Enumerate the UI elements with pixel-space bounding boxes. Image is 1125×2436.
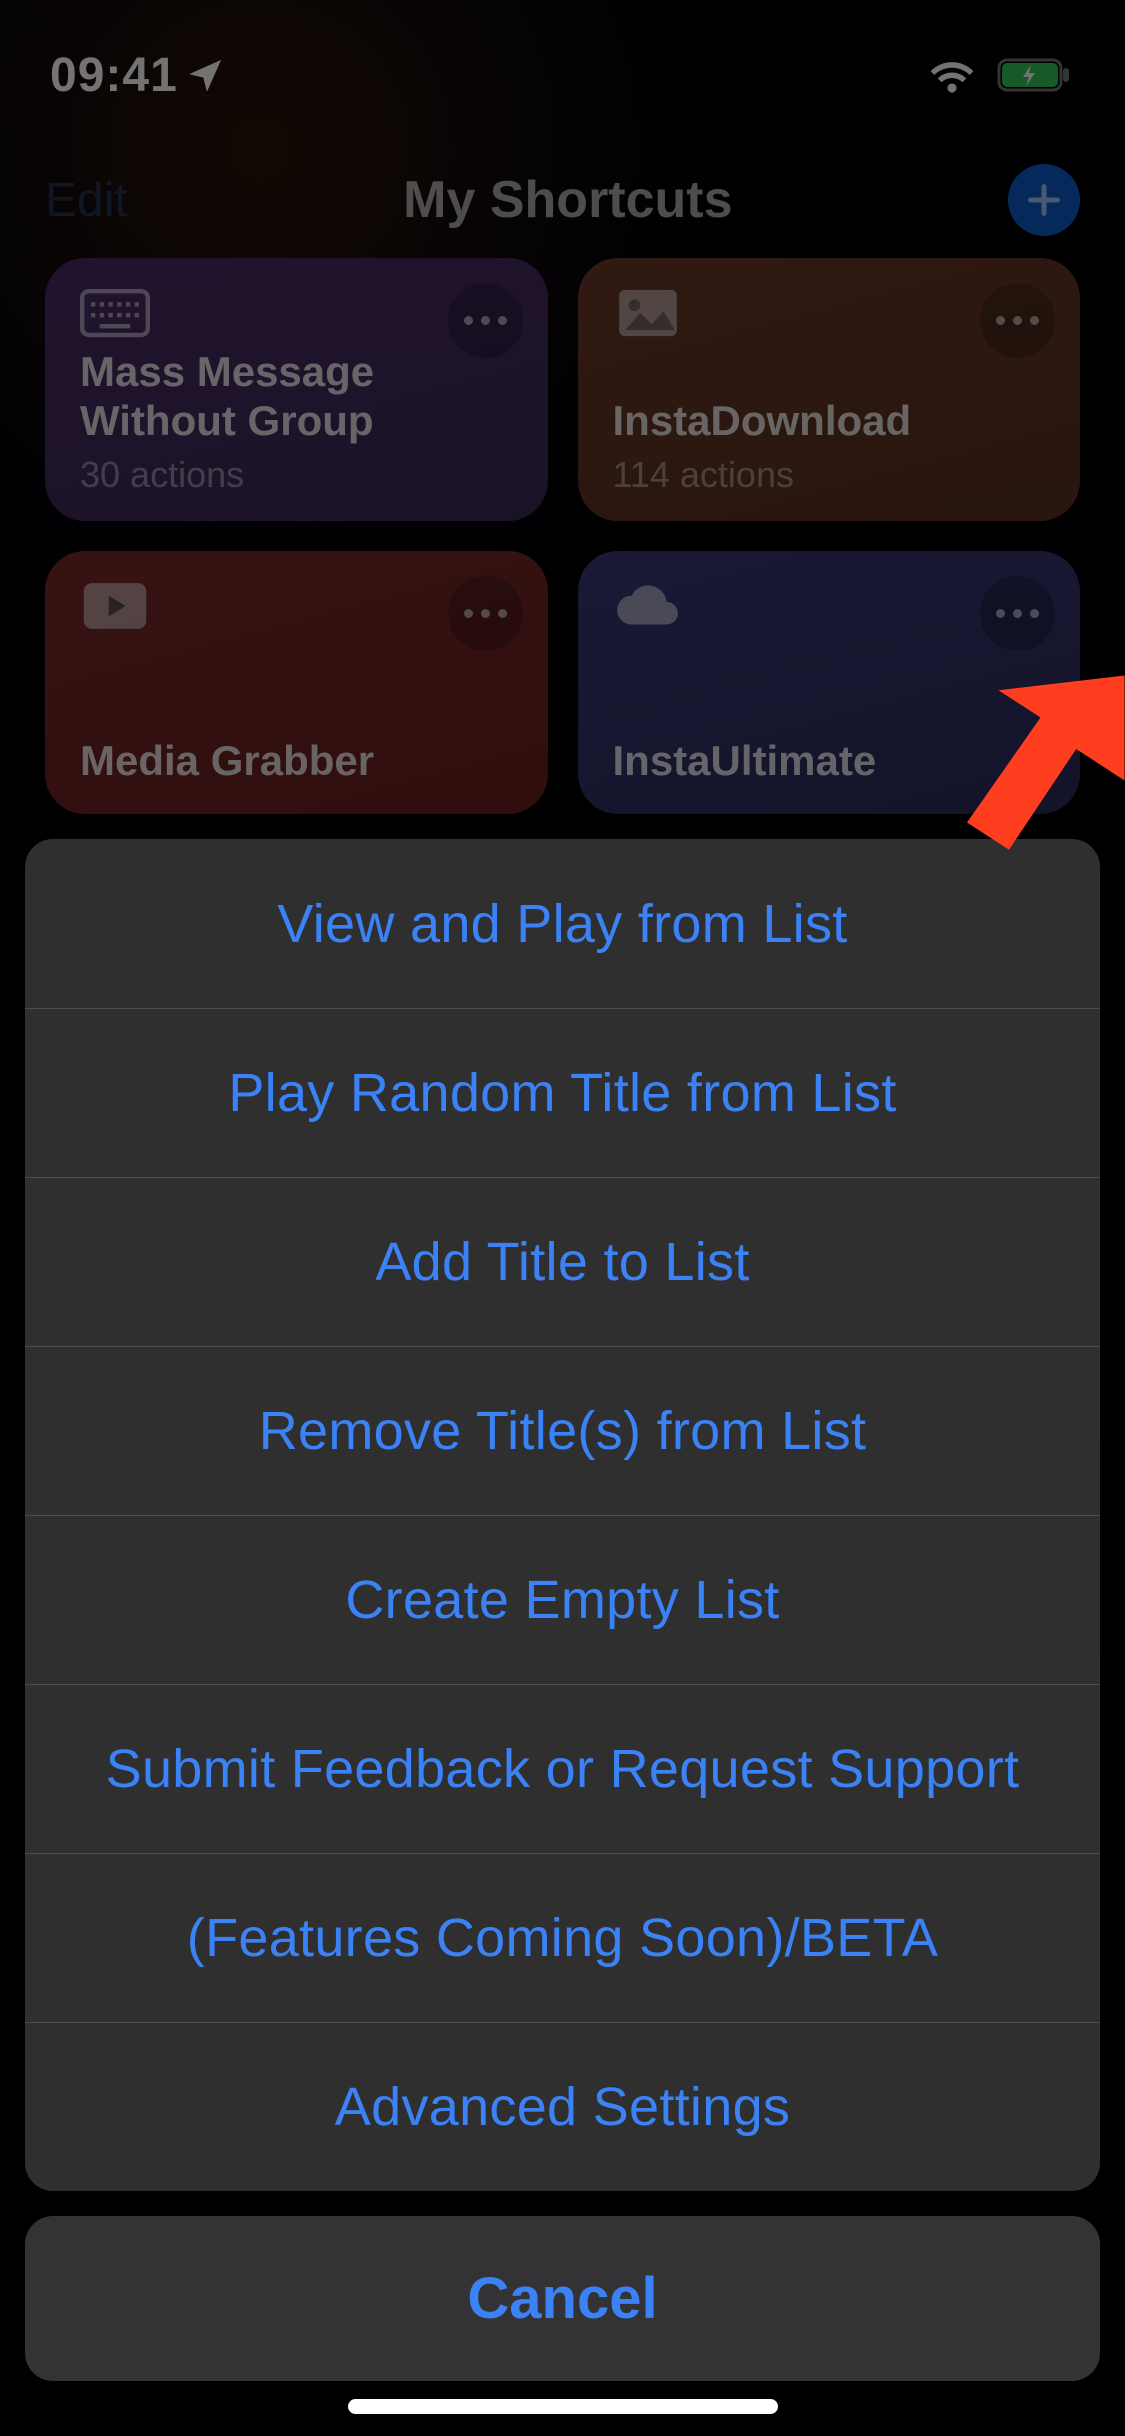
action-feedback[interactable]: Submit Feedback or Request Support [25,1684,1100,1853]
annotation-arrow-icon [925,665,1125,875]
action-sheet: View and Play from List Play Random Titl… [25,839,1100,2381]
action-beta[interactable]: (Features Coming Soon)/BETA [25,1853,1100,2022]
home-indicator[interactable] [348,2399,778,2414]
action-create-empty[interactable]: Create Empty List [25,1515,1100,1684]
action-advanced[interactable]: Advanced Settings [25,2022,1100,2191]
cancel-button[interactable]: Cancel [25,2216,1100,2381]
action-add-title[interactable]: Add Title to List [25,1177,1100,1346]
action-play-random[interactable]: Play Random Title from List [25,1008,1100,1177]
action-remove-title[interactable]: Remove Title(s) from List [25,1346,1100,1515]
